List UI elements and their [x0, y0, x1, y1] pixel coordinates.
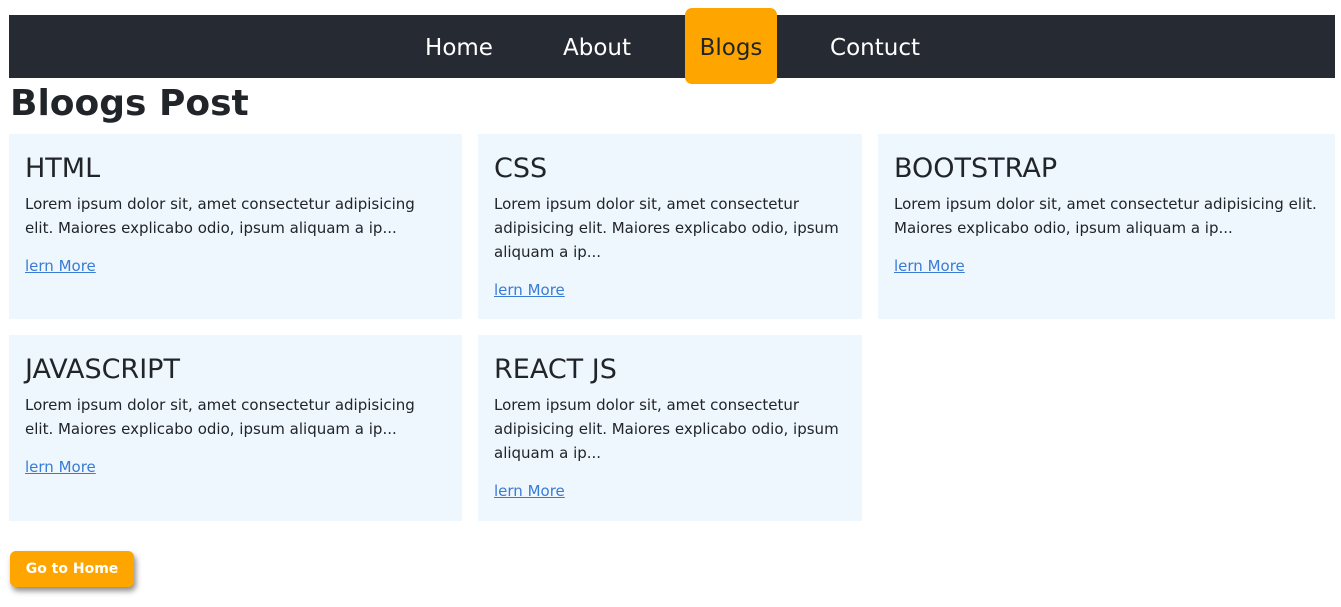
card-text: Lorem ipsum dolor sit, amet consectetur … — [894, 195, 1317, 237]
card-title: HTML — [25, 153, 101, 184]
nav-blogs-link[interactable]: Blogs — [685, 8, 777, 84]
card-text: Lorem ipsum dolor sit, amet consectetur … — [25, 195, 415, 237]
page-title: Bloogs Post — [10, 83, 249, 124]
card-text: Lorem ipsum dolor sit, amet consectetur … — [494, 195, 839, 261]
blog-card-react-js: REACT JS Lorem ipsum dolor sit, amet con… — [478, 335, 862, 521]
nav-contuct-link[interactable]: Contuct — [820, 15, 930, 78]
card-text: Lorem ipsum dolor sit, amet consectetur … — [494, 396, 839, 462]
learn-more-link[interactable]: lern More — [494, 280, 565, 300]
learn-more-link[interactable]: lern More — [494, 481, 565, 501]
blog-card-html: HTML Lorem ipsum dolor sit, amet consect… — [9, 134, 462, 319]
learn-more-link[interactable]: lern More — [894, 256, 965, 276]
learn-more-link[interactable]: lern More — [25, 256, 96, 276]
nav-home-link[interactable]: Home — [409, 15, 509, 78]
card-title: BOOTSTRAP — [894, 153, 1058, 184]
go-to-home-button[interactable]: Go to Home — [10, 551, 134, 587]
nav-about-link[interactable]: About — [547, 15, 647, 78]
learn-more-link[interactable]: lern More — [25, 457, 96, 477]
card-text: Lorem ipsum dolor sit, amet consectetur … — [25, 396, 415, 438]
card-title: JAVASCRIPT — [25, 354, 180, 385]
card-title: CSS — [494, 153, 548, 184]
navbar: Home About Blogs Contuct — [9, 8, 1335, 84]
blog-card-bootstrap: BOOTSTRAP Lorem ipsum dolor sit, amet co… — [878, 134, 1335, 319]
blog-card-javascript: JAVASCRIPT Lorem ipsum dolor sit, amet c… — [9, 335, 462, 521]
card-title: REACT JS — [494, 354, 617, 385]
blog-card-css: CSS Lorem ipsum dolor sit, amet consecte… — [478, 134, 862, 319]
